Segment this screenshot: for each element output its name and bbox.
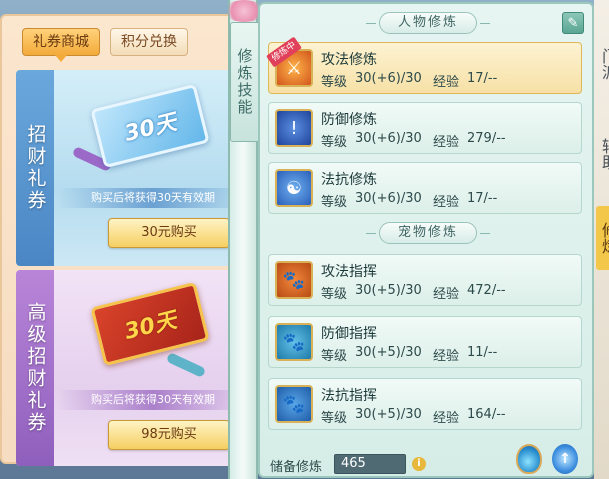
cultivation-panel: 人物修炼 ✎ ⚔ 修炼中 攻法修炼 等级 30(+6)/30 经验 17/-- … [258, 2, 594, 478]
skill-exp: 17/-- [467, 191, 498, 206]
upgrade-icon[interactable]: ↑ [552, 444, 578, 474]
shop-panel: 礼券商城 积分兑换 招财礼券 30天 购买后将获得30天有效期 30元购买 高级… [0, 14, 252, 466]
voucher-card-basic: 招财礼券 30天 购买后将获得30天有效期 30元购买 [16, 70, 252, 266]
level-label: 等级 [321, 287, 348, 302]
skill-exp: 164/-- [467, 407, 506, 422]
magic-resist-icon: ☯ [275, 169, 313, 207]
reserve-value: 465 [334, 454, 406, 474]
skill-row-magic-resist[interactable]: ☯ 法抗修炼 等级 30(+6)/30 经验 17/-- [268, 162, 582, 214]
skill-level: 30(+5)/30 [355, 283, 422, 298]
card-note: 购买后将获得30天有效期 [58, 188, 248, 208]
buy-98-button[interactable]: 98元购买 [108, 420, 230, 450]
exp-label: 经验 [433, 195, 460, 210]
skill-name: 攻法修炼 [321, 52, 377, 68]
bg-tab-text: 修炼 [599, 222, 609, 254]
potion-icon[interactable] [516, 444, 542, 474]
exp-label: 经验 [433, 135, 460, 150]
ribbon-decoration [165, 352, 207, 378]
level-label: 等级 [321, 135, 348, 150]
card-side-banner: 高级招财礼券 [16, 270, 54, 466]
pet-section-title: 宠物修炼 [366, 222, 490, 244]
tab-cultivation-skills-label: 修炼技能 [235, 48, 254, 116]
exp-label: 经验 [433, 287, 460, 302]
tab-gift-shop[interactable]: 礼券商城 [22, 28, 100, 62]
exp-label: 经验 [433, 411, 460, 426]
active-tab-caret [55, 55, 67, 62]
skill-level: 30(+6)/30 [355, 71, 422, 86]
skill-exp: 279/-- [467, 131, 506, 146]
skill-row-defense[interactable]: ! 防御修炼 等级 30(+6)/30 经验 279/-- [268, 102, 582, 154]
voucher-ticket-image: 30天 [90, 281, 210, 367]
buy-30-button[interactable]: 30元购买 [108, 218, 230, 248]
bg-text-top: 门派 [599, 48, 609, 80]
tab-gift-shop-label: 礼券商城 [33, 34, 89, 50]
reserve-label: 储备修炼 [270, 460, 323, 475]
tab-cultivation-skills[interactable]: 修炼技能 [230, 22, 260, 142]
skill-row-pet-defense[interactable]: 🐾 防御指挥 等级 30(+5)/30 经验 11/-- [268, 316, 582, 368]
card-side-banner: 招财礼券 [16, 70, 54, 266]
skill-exp: 472/-- [467, 283, 506, 298]
skill-level: 30(+5)/30 [355, 345, 422, 360]
ticket-text: 30天 [122, 307, 180, 345]
exp-label: 经验 [433, 75, 460, 90]
skill-name: 法抗修炼 [321, 172, 377, 188]
card-title: 高级招财礼券 [24, 302, 47, 434]
character-section-title: 人物修炼 [366, 12, 490, 34]
skill-name: 防御修炼 [321, 112, 377, 128]
defense-icon: ! [275, 109, 313, 147]
level-label: 等级 [321, 411, 348, 426]
ticket-text: 30天 [122, 109, 180, 147]
skill-name: 法抗指挥 [321, 388, 377, 404]
level-label: 等级 [321, 195, 348, 210]
exp-label: 经验 [433, 349, 460, 364]
pet-resist-icon: 🐾 [275, 385, 313, 423]
pet-attack-icon: 🐾 [275, 261, 313, 299]
level-label: 等级 [321, 349, 348, 364]
tab-points-exchange[interactable]: 积分兑换 [110, 28, 188, 56]
pet-defense-icon: 🐾 [275, 323, 313, 361]
skill-row-attack-magic[interactable]: ⚔ 修炼中 攻法修炼 等级 30(+6)/30 经验 17/-- [266, 36, 582, 94]
tab-points-exchange-label: 积分兑换 [121, 34, 177, 50]
skill-exp: 11/-- [467, 345, 498, 360]
skill-level: 30(+6)/30 [355, 191, 422, 206]
voucher-ticket-image: 30天 [90, 83, 210, 169]
skill-level: 30(+5)/30 [355, 407, 422, 422]
voucher-card-premium: 高级招财礼券 30天 购买后将获得30天有效期 98元购买 [16, 270, 252, 466]
level-label: 等级 [321, 75, 348, 90]
card-note: 购买后将获得30天有效期 [58, 390, 248, 410]
skill-row-pet-attack[interactable]: 🐾 攻法指挥 等级 30(+5)/30 经验 472/-- [268, 254, 582, 306]
edit-icon[interactable]: ✎ [562, 12, 584, 34]
skill-name: 攻法指挥 [321, 264, 377, 280]
skill-exp: 17/-- [467, 71, 498, 86]
info-icon[interactable]: i [412, 457, 426, 471]
skill-level: 30(+6)/30 [355, 131, 422, 146]
skill-row-pet-resist[interactable]: 🐾 法抗指挥 等级 30(+5)/30 经验 164/-- [268, 378, 582, 430]
card-title: 招财礼券 [24, 124, 47, 212]
skill-name: 防御指挥 [321, 326, 377, 342]
bg-text-mid: 辅助 [599, 138, 609, 170]
